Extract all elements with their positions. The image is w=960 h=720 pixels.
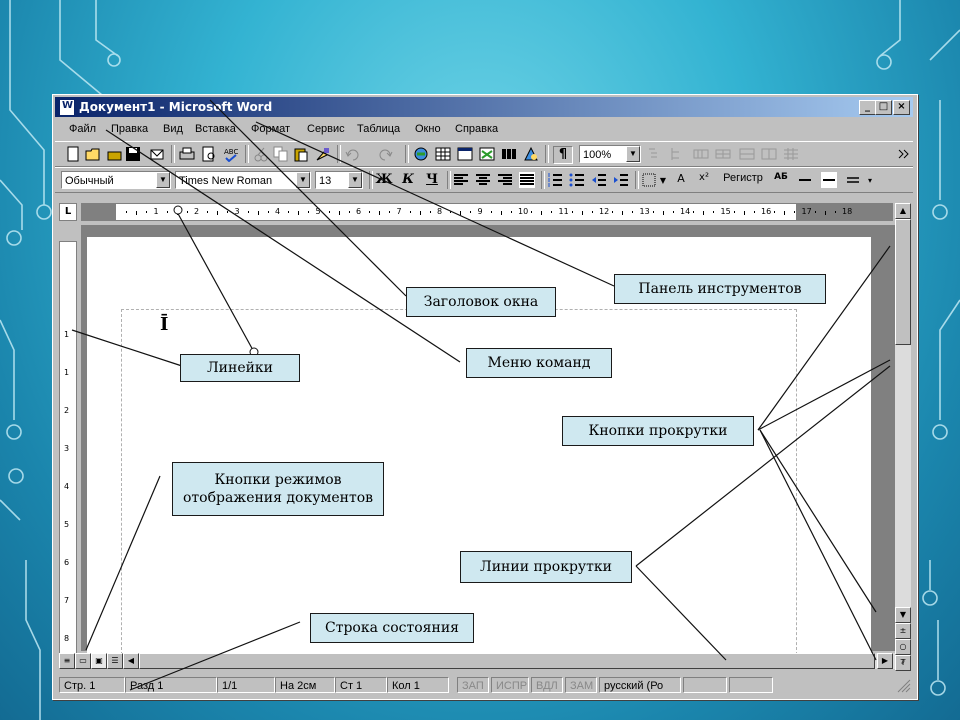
callout-menu: Меню команд bbox=[466, 348, 612, 378]
callout-scroll-lines: Линии прокрутки bbox=[460, 551, 632, 583]
callout-toolbar: Панель инструментов bbox=[614, 274, 826, 304]
callout-view-modes: Кнопки режимов отображения документов bbox=[172, 462, 384, 516]
callout-rulers: Линейки bbox=[180, 354, 300, 382]
callout-status-bar: Строка состояния bbox=[310, 613, 474, 643]
callout-title: Заголовок окна bbox=[406, 287, 556, 317]
callout-scroll-buttons: Кнопки прокрутки bbox=[562, 416, 754, 446]
